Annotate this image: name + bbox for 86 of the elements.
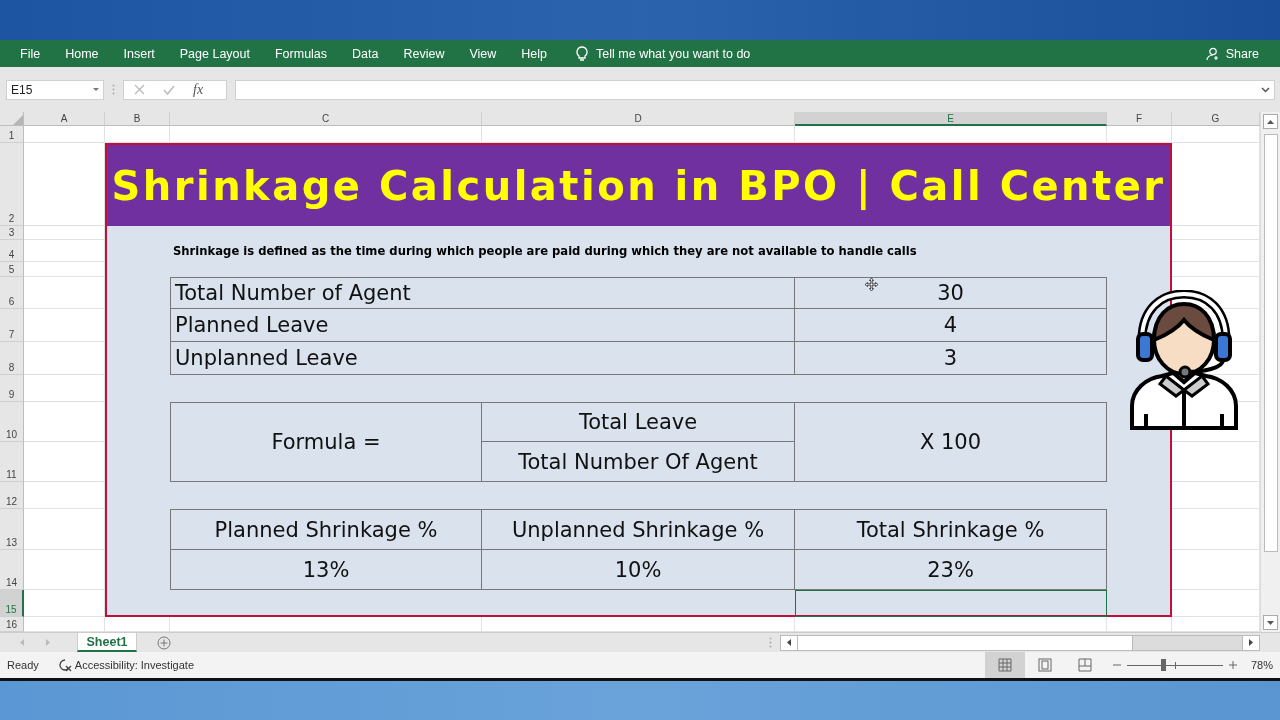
table-cell: 13%	[170, 550, 482, 590]
row-header[interactable]: 15	[0, 590, 24, 617]
add-sheet-icon[interactable]	[157, 635, 171, 650]
row-header[interactable]: 3	[0, 226, 24, 240]
page-break-view-icon	[1077, 658, 1092, 672]
table-cell: Planned Shrinkage %	[170, 509, 482, 550]
row-header[interactable]: 4	[0, 240, 24, 262]
lightbulb-icon	[576, 45, 589, 62]
insert-function-button[interactable]: fx	[193, 81, 204, 98]
table-cell: Unplanned Shrinkage %	[482, 509, 795, 550]
scroll-up-button[interactable]	[1263, 114, 1278, 129]
name-box[interactable]: E15	[6, 79, 104, 100]
column-header[interactable]: F	[1107, 112, 1172, 126]
column-header[interactable]: G	[1172, 112, 1260, 126]
column-header[interactable]: A	[24, 112, 105, 126]
row-header[interactable]: 9	[0, 375, 24, 402]
ribbon-tab[interactable]: Home	[65, 46, 99, 61]
ribbon-tab[interactable]: Review	[403, 46, 445, 61]
ribbon-tab[interactable]: Help	[521, 46, 548, 61]
definition-text: Shrinkage is defined as the time during which people are paid during which they are not available to handle calls	[172, 243, 918, 260]
previous-sheet-icon[interactable]	[20, 639, 24, 646]
column-header[interactable]: E	[795, 112, 1107, 126]
table-cell: 30	[795, 277, 1107, 309]
table-cell: 23%	[795, 550, 1107, 590]
table-cell: Total Shrinkage %	[795, 509, 1107, 550]
selected-cell[interactable]	[795, 590, 1107, 617]
column-header[interactable]: C	[170, 112, 482, 126]
tell-me-field[interactable]: Tell me what you want to do	[596, 46, 751, 61]
check-icon[interactable]	[163, 84, 175, 95]
row-header[interactable]: 2	[0, 143, 24, 226]
table-cell: Formula =	[170, 402, 482, 482]
scroll-down-button[interactable]	[1263, 615, 1278, 630]
down-arrow-icon	[1267, 620, 1274, 625]
next-sheet-icon[interactable]	[46, 639, 50, 646]
row-header[interactable]: 10	[0, 402, 24, 442]
column-header[interactable]: D	[482, 112, 795, 126]
table-cell: Total Number Of Agent	[482, 442, 795, 482]
zoom-in-icon[interactable]	[1228, 661, 1237, 669]
zoom-out-icon[interactable]	[1112, 661, 1121, 669]
table-cell: Total Leave	[482, 402, 795, 442]
row-header[interactable]: 14	[0, 550, 24, 590]
status-text: Ready	[7, 659, 39, 671]
ribbon-tab[interactable]: File	[20, 46, 41, 61]
cancel-icon[interactable]	[134, 84, 145, 95]
ribbon-tab[interactable]: Page Layout	[179, 46, 250, 61]
table-cell: 4	[795, 309, 1107, 342]
ribbon-tab[interactable]: Formulas	[274, 46, 328, 61]
table-cell: X 100	[795, 402, 1107, 482]
row-header[interactable]: 13	[0, 509, 24, 550]
share-button[interactable]: Share	[1205, 46, 1259, 61]
formula-input[interactable]	[235, 79, 1275, 100]
view-button[interactable]	[984, 652, 1025, 678]
row-header[interactable]: 5	[0, 262, 24, 277]
table-cell: Unplanned Leave	[170, 342, 795, 375]
ribbon-tab[interactable]: View	[469, 46, 497, 61]
row-header[interactable]: 8	[0, 342, 24, 375]
normal-view-icon	[997, 658, 1012, 672]
accessibility-button[interactable]: Accessibility: Investigate	[57, 658, 194, 672]
horizontal-scrollbar[interactable]	[780, 634, 1260, 651]
row-header[interactable]: 7	[0, 309, 24, 342]
row-header[interactable]: 1	[0, 126, 24, 143]
move-cursor-icon	[865, 278, 878, 291]
right-arrow-icon	[1249, 639, 1253, 646]
sheet-title: Shrinkage Calculation in BPO | Call Center	[107, 145, 1170, 226]
zoom-slider[interactable]	[1126, 659, 1223, 671]
up-arrow-icon	[1267, 119, 1274, 124]
person-add-icon	[1205, 46, 1220, 61]
dropdown-caret-icon	[93, 87, 99, 92]
left-arrow-icon	[787, 639, 791, 646]
row-header[interactable]: 12	[0, 482, 24, 509]
row-header[interactable]: 16	[0, 617, 24, 632]
ribbon-tab[interactable]: Insert	[123, 46, 155, 61]
accessibility-icon	[57, 658, 72, 672]
column-header[interactable]: B	[105, 112, 170, 126]
ribbon-tab[interactable]: Data	[352, 46, 379, 61]
page-layout-view-icon	[1037, 658, 1052, 672]
table-cell: Total Number of Agent	[170, 277, 795, 309]
row-header[interactable]: 6	[0, 277, 24, 309]
sheet-tab[interactable]: Sheet1	[77, 633, 137, 652]
table-cell: 3	[795, 342, 1107, 375]
row-header[interactable]: 11	[0, 442, 24, 482]
table-cell: 10%	[482, 550, 795, 590]
table-cell: Planned Leave	[170, 309, 795, 342]
zoom-percent[interactable]: 78%	[1250, 659, 1273, 671]
scrollbar-thumb[interactable]	[1263, 134, 1278, 552]
expand-chevron-icon[interactable]	[1261, 86, 1270, 93]
